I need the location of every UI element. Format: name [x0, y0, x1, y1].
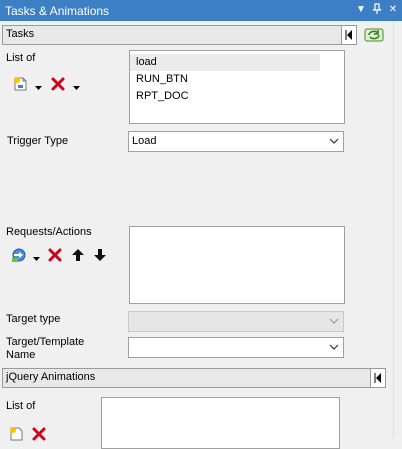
chevron-down-icon — [328, 135, 340, 147]
move-up-icon[interactable] — [70, 247, 86, 263]
target-template-label: Target/Template — [6, 336, 85, 348]
tasks-section-header[interactable]: Tasks — [2, 25, 357, 45]
panel-title-bar: Tasks & Animations ▼ ✕ — [0, 0, 402, 21]
delete-animation-icon[interactable] — [31, 426, 47, 442]
trigger-type-select[interactable]: Load — [128, 131, 344, 152]
add-request-dropdown-icon[interactable] — [33, 253, 40, 261]
delete-task-dropdown-icon[interactable] — [73, 82, 80, 90]
animations-section-header[interactable]: jQuery Animations — [2, 368, 386, 388]
trigger-type-label: Trigger Type — [7, 135, 69, 147]
collapse-arrow-icon[interactable] — [341, 26, 356, 44]
collapse-arrow-icon[interactable] — [370, 369, 385, 387]
chevron-down-icon — [328, 341, 340, 353]
panel-title: Tasks & Animations — [5, 4, 110, 18]
sync-icon[interactable] — [364, 27, 384, 43]
new-task-icon[interactable] — [13, 76, 29, 92]
move-down-icon[interactable] — [92, 247, 108, 263]
target-template-label-name: Name — [6, 349, 36, 361]
animations-listbox[interactable] — [101, 397, 340, 449]
tasks-section-title: Tasks — [6, 28, 35, 40]
tasks-listbox[interactable]: load RUN_BTN RPT_DOC — [129, 50, 345, 124]
requests-actions-label: Requests/Actions — [6, 226, 92, 238]
list-item[interactable]: RUN_BTN — [130, 71, 344, 88]
dropdown-menu-icon[interactable]: ▼ — [354, 3, 368, 17]
animations-section-title: jQuery Animations — [6, 371, 96, 383]
tasks-list-label: List of — [6, 52, 36, 64]
new-animation-icon[interactable] — [9, 426, 25, 442]
new-task-dropdown-icon[interactable] — [35, 82, 42, 90]
target-type-select[interactable] — [128, 311, 344, 332]
add-request-icon[interactable] — [11, 247, 27, 263]
close-icon[interactable]: ✕ — [386, 3, 400, 17]
list-item[interactable]: load — [130, 54, 320, 71]
delete-request-icon[interactable] — [47, 247, 63, 263]
target-type-label: Target type — [6, 313, 61, 325]
animations-list-label: List of — [6, 400, 36, 412]
vertical-scrollbar[interactable] — [393, 21, 402, 438]
delete-task-icon[interactable] — [50, 76, 66, 92]
chevron-down-icon — [328, 315, 340, 327]
pin-icon[interactable] — [370, 3, 384, 17]
list-item[interactable]: RPT_DOC — [130, 88, 344, 105]
target-template-select[interactable] — [128, 337, 344, 358]
trigger-type-value: Load — [132, 135, 157, 147]
requests-listbox[interactable] — [129, 226, 345, 304]
